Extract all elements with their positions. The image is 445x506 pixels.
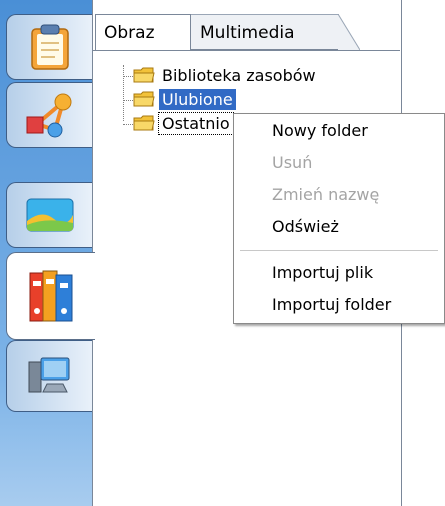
tab-slant-decoration: [338, 14, 360, 50]
binders-icon: [29, 270, 73, 322]
folder-icon: [133, 91, 155, 107]
tree-item-label: Ulubione: [159, 88, 236, 110]
sidebar-tab-landscape[interactable]: [6, 182, 92, 248]
shapes-graph-icon: [26, 93, 71, 138]
sidebar-tab-binders[interactable]: [6, 252, 95, 340]
sidebar-tab-clipboard[interactable]: [6, 14, 92, 80]
landscape-icon: [26, 198, 73, 232]
tab-multimedia[interactable]: Multimedia: [189, 14, 360, 50]
folder-icon: [133, 67, 155, 83]
tree-item-ostatnio[interactable]: Ostatnio: [133, 111, 234, 135]
menu-item-refresh[interactable]: Odśwież: [234, 211, 444, 243]
computer-icon: [28, 357, 69, 393]
tree-item-ulubione[interactable]: Ulubione: [133, 87, 236, 111]
sidebar-tab-computer[interactable]: [6, 340, 92, 412]
tree-item-label: Ostatnio: [158, 111, 234, 135]
folder-icon: [133, 115, 155, 131]
tree-item-label: Biblioteka zasobów: [162, 65, 316, 85]
tab-obraz-label: Obraz: [104, 23, 155, 43]
menu-separator: [240, 250, 438, 251]
tab-obraz[interactable]: Obraz: [95, 14, 191, 50]
sidebar-tab-strip: [0, 0, 95, 506]
menu-item-delete[interactable]: Usuń: [234, 147, 444, 179]
clipboard-icon: [30, 24, 69, 70]
sidebar-tab-shapes[interactable]: [6, 82, 92, 148]
menu-item-new-folder[interactable]: Nowy folder: [234, 115, 444, 147]
panel-tab-bar: Obraz Multimedia: [93, 14, 401, 54]
tree-item-biblioteka[interactable]: Biblioteka zasobów: [133, 63, 319, 87]
menu-item-import-folder[interactable]: Importuj folder: [234, 289, 444, 321]
tree-connector: [123, 65, 125, 121]
menu-item-import-file[interactable]: Importuj plik: [234, 257, 444, 289]
menu-item-rename[interactable]: Zmień nazwę: [234, 179, 444, 211]
tab-multimedia-label: Multimedia: [200, 23, 295, 43]
context-menu: Nowy folder Usuń Zmień nazwę Odśwież Imp…: [233, 113, 445, 324]
